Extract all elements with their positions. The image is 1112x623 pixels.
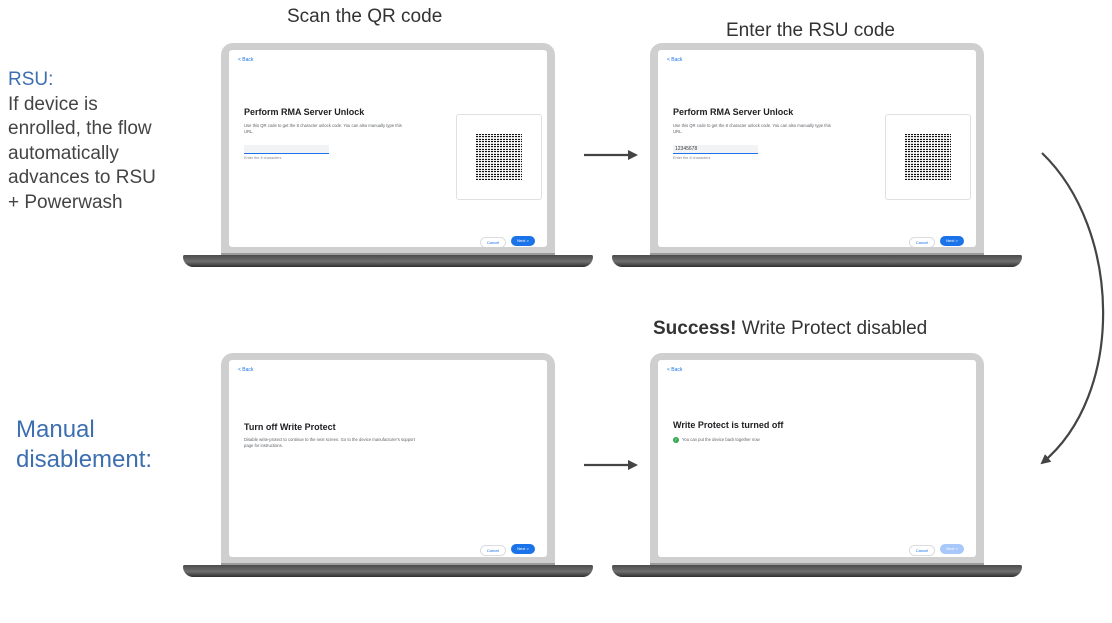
arrow-enter-to-success-curve [1040,152,1105,465]
flow-arrows [584,150,1105,470]
